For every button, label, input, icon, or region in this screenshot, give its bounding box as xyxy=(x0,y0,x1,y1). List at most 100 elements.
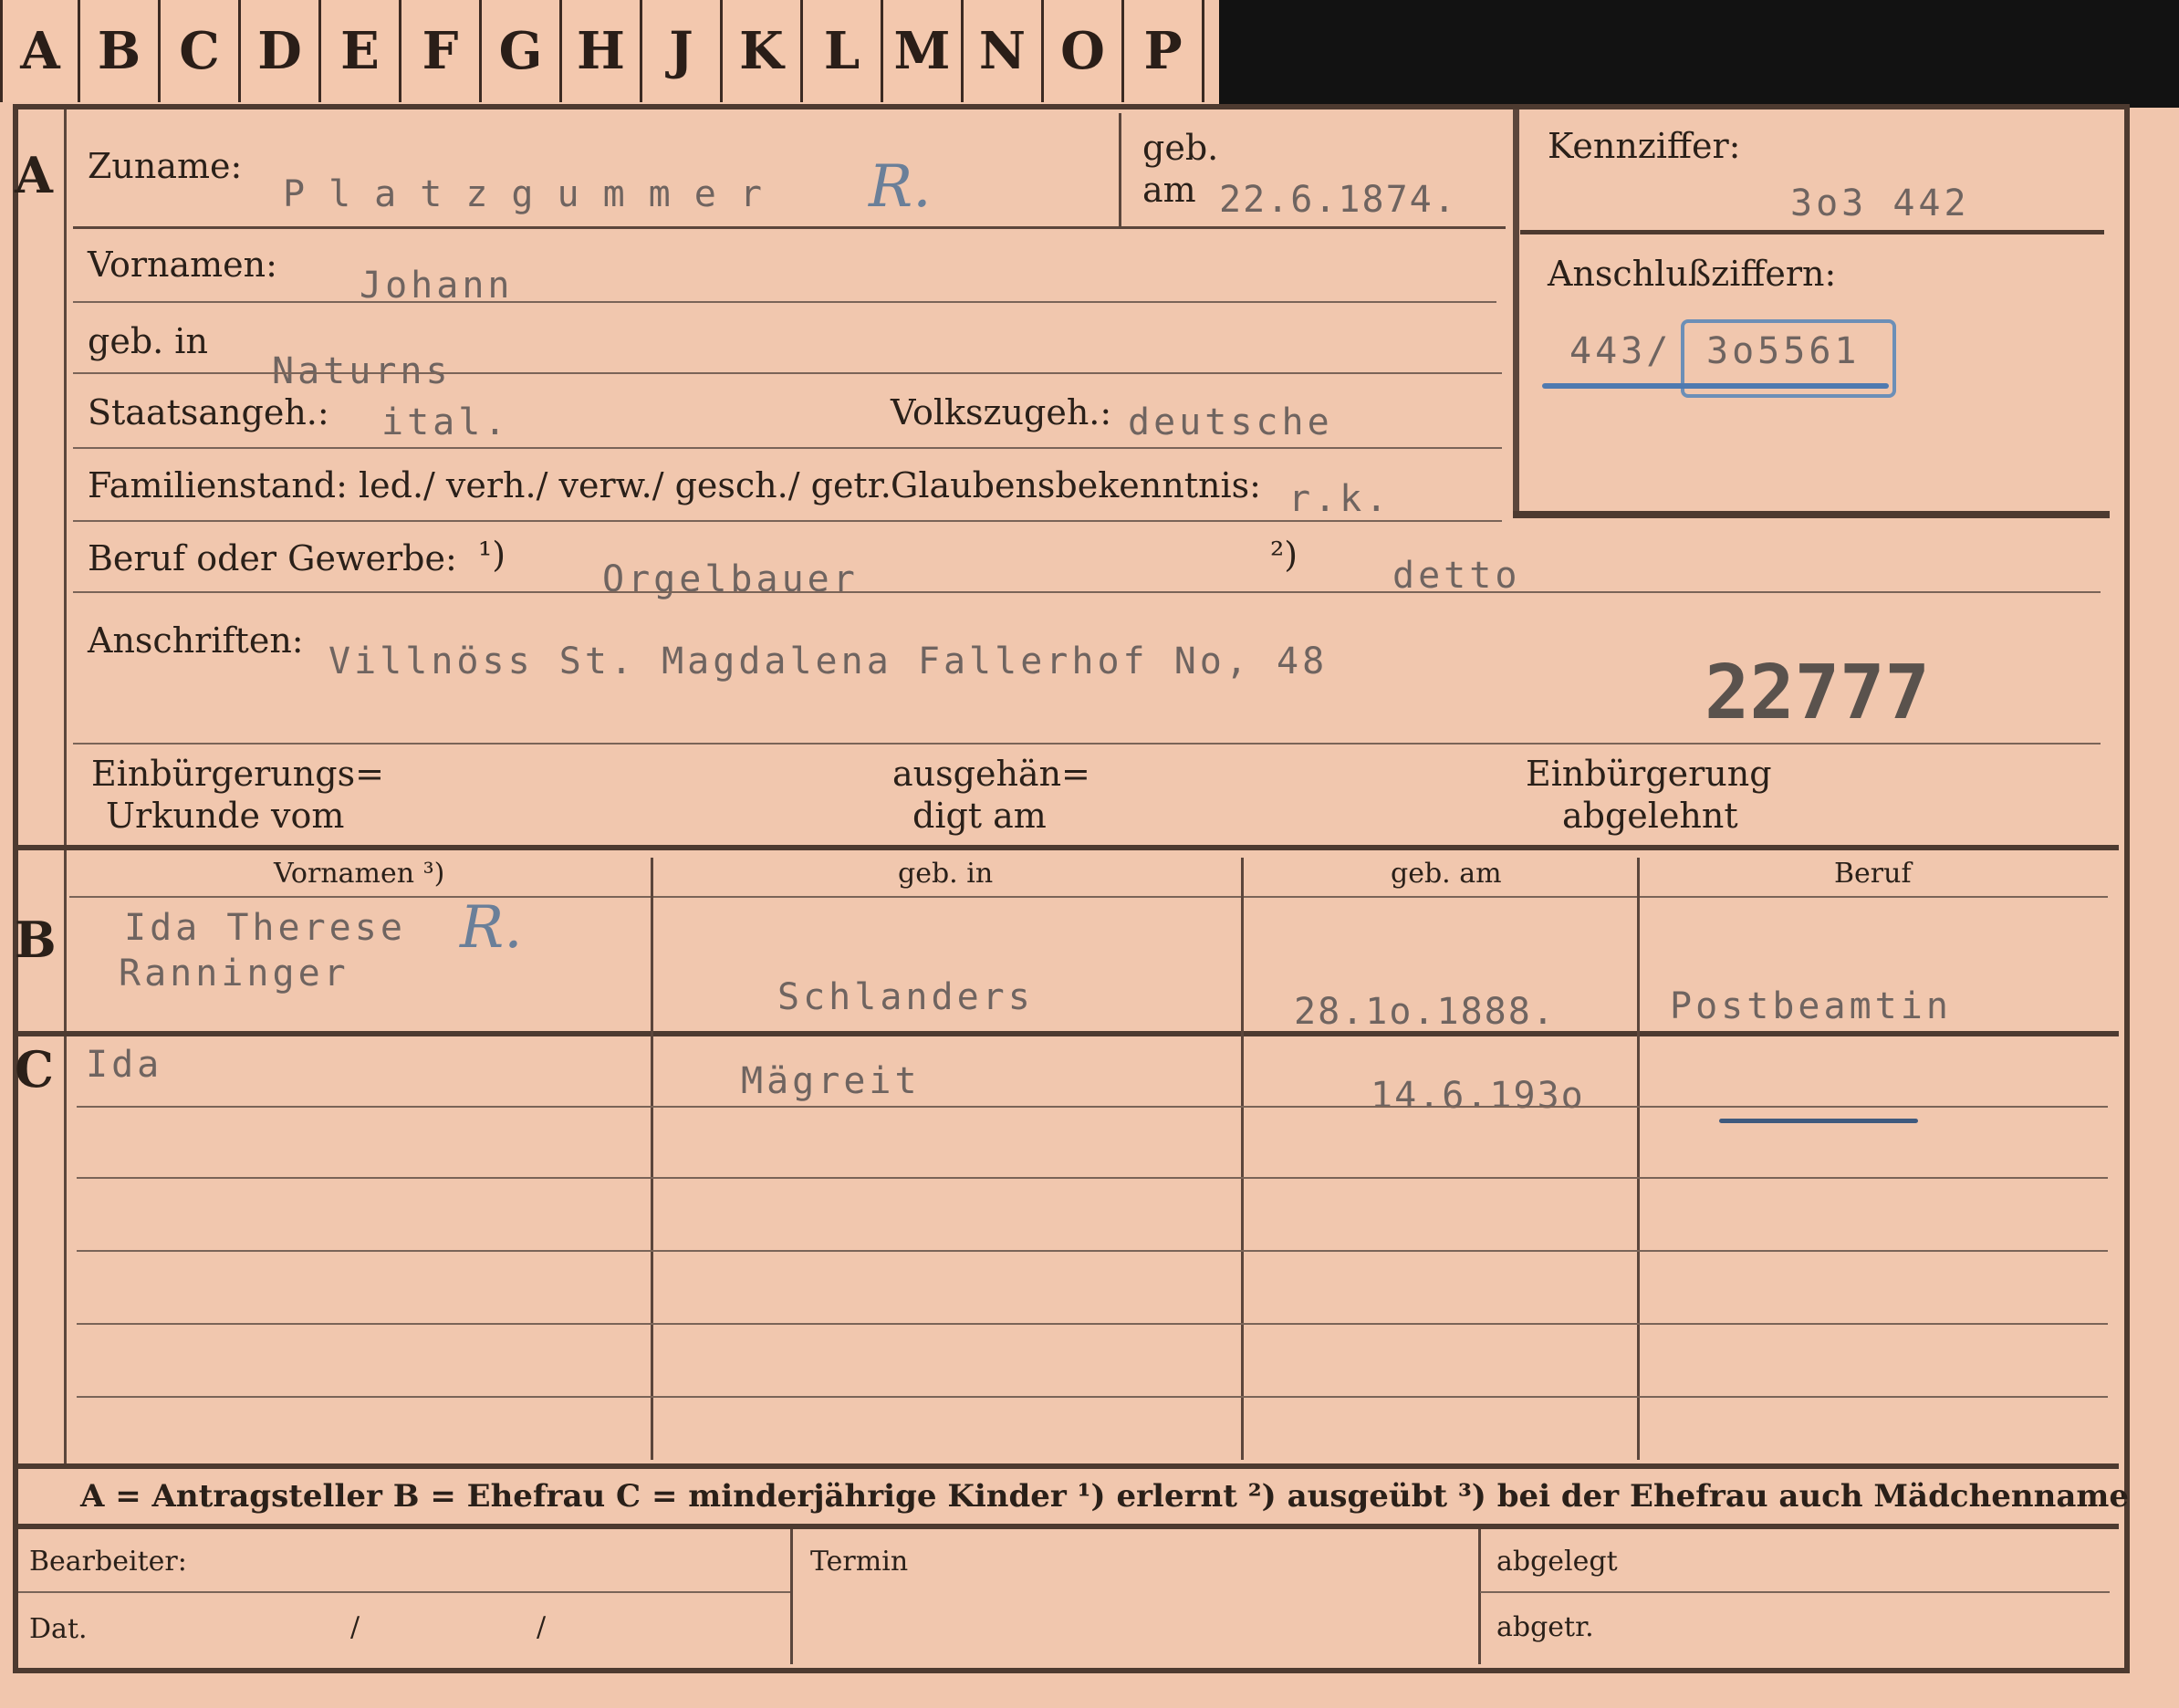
anschriften-label: Anschriften: xyxy=(88,620,304,661)
row-line-3 xyxy=(77,1250,2108,1252)
familienstand-label: Familienstand: led./ verh./ verw./ gesch… xyxy=(88,465,891,505)
index-tab-n[interactable]: N xyxy=(964,0,1044,102)
kennziffer-value: 3o3 442 xyxy=(1790,182,1970,224)
col-divider-2 xyxy=(1241,858,1244,1460)
geb-divider xyxy=(1119,113,1121,226)
termin-label: Termin xyxy=(810,1546,909,1578)
beruf-label: Beruf oder Gewerbe: xyxy=(88,538,457,578)
geb-am-label: am xyxy=(1142,170,1196,210)
abgelegt-line xyxy=(1480,1591,2110,1593)
spouse-vornamen-line2: Ranninger xyxy=(119,953,349,995)
big-stamp-number: 22777 xyxy=(1705,650,1930,736)
anschlussziffern-label: Anschlußziffern: xyxy=(1548,254,1837,294)
section-c-marker: C xyxy=(15,1040,54,1099)
geb-in-label: geb. in xyxy=(88,321,208,361)
footer-divider-1 xyxy=(790,1529,793,1664)
ausgehaendigt-label-1: ausgehän= xyxy=(892,754,1090,794)
volkszugeh-label: Volkszugeh.: xyxy=(891,392,1112,432)
section-b-c-divider xyxy=(13,1031,2119,1036)
spouse-geb-am: 28.1o.1888. xyxy=(1294,991,1556,1033)
beruf-line xyxy=(73,591,2101,593)
einbuergerung-abgelehnt-label-2: abgelehnt xyxy=(1562,796,1738,836)
zuname-label: Zuname: xyxy=(88,146,243,186)
einbuergerung-abgelehnt-label-1: Einbürgerung xyxy=(1526,754,1772,794)
bearbeiter-label: Bearbeiter: xyxy=(29,1546,187,1578)
col-divider-1 xyxy=(651,858,653,1460)
spouse-vornamen-line1: Ida Therese xyxy=(124,907,406,949)
glaubens-value: r.k. xyxy=(1288,478,1392,520)
col-header-geb-am: geb. am xyxy=(1391,858,1502,890)
glaubens-label: Glaubensbekenntnis: xyxy=(891,465,1261,505)
dat-slash-2: / xyxy=(537,1611,547,1643)
index-tab-e[interactable]: E xyxy=(321,0,401,102)
dat-label: Dat. xyxy=(29,1613,88,1645)
einbuergerungs-urkunde-label-2: Urkunde vom xyxy=(106,796,345,836)
row-line-2 xyxy=(77,1177,2108,1179)
beruf-value-1: Orgelbauer xyxy=(602,558,859,600)
col-divider-3 xyxy=(1637,858,1640,1460)
index-tab-bar: A B C D E F G H J K L M N O P xyxy=(0,0,1204,102)
child-1-geb-in: Mägreit xyxy=(741,1060,921,1102)
vornamen-label: Vornamen: xyxy=(88,245,277,285)
staatsangeh-label: Staatsangeh.: xyxy=(88,392,329,432)
section-b-marker: B xyxy=(15,911,57,969)
section-a-b-divider xyxy=(13,845,2119,850)
index-tab-a[interactable]: A xyxy=(0,0,80,102)
child-1-vorname: Ida xyxy=(86,1044,163,1086)
bearbeiter-line xyxy=(18,1591,790,1593)
kennziffer-label: Kennziffer: xyxy=(1548,126,1741,166)
familienstand-line xyxy=(73,520,1502,522)
anschriften-line xyxy=(73,743,2101,745)
ausgehaendigt-label-2: digt am xyxy=(912,796,1047,836)
volkszugeh-value: deutsche xyxy=(1128,401,1333,443)
spouse-geb-in: Schlanders xyxy=(777,976,1034,1018)
geb-label: geb. xyxy=(1142,128,1219,168)
index-tab-d[interactable]: D xyxy=(241,0,321,102)
margin-rule xyxy=(64,109,67,1469)
child-1-beruf-dash xyxy=(1719,1119,1918,1123)
kennziffer-divider xyxy=(1520,230,2104,234)
beruf-note-1: ¹) xyxy=(478,535,506,575)
spouse-beruf: Postbeamtin xyxy=(1670,985,1952,1027)
anschluss-value: 3o5561 xyxy=(1706,330,1861,372)
row-line-5 xyxy=(77,1396,2108,1398)
index-tab-f[interactable]: F xyxy=(401,0,482,102)
vornamen-line xyxy=(73,301,1496,303)
kennziffer-box-left xyxy=(1513,109,1519,518)
abgelegt-label: abgelegt xyxy=(1496,1546,1618,1578)
index-tab-g[interactable]: G xyxy=(482,0,562,102)
index-tab-m[interactable]: M xyxy=(883,0,964,102)
index-tab-b[interactable]: B xyxy=(80,0,161,102)
beruf-note-2: ²) xyxy=(1270,535,1298,575)
col-header-vornamen: Vornamen ³) xyxy=(274,858,445,890)
geb-am-value: 22.6.1874. xyxy=(1219,179,1457,221)
anschriften-value: Villnöss St. Magdalena Fallerhof No, 48 xyxy=(328,640,1329,682)
geb-in-line xyxy=(73,372,1502,374)
geb-in-value: Naturns xyxy=(272,350,452,392)
col-header-geb-in: geb. in xyxy=(898,858,994,890)
legend-top-border xyxy=(13,1463,2119,1469)
index-tab-k[interactable]: K xyxy=(723,0,803,102)
index-tab-h[interactable]: H xyxy=(562,0,642,102)
footer-divider-2 xyxy=(1478,1529,1481,1664)
index-tab-o[interactable]: O xyxy=(1044,0,1124,102)
legend-text: A = Antragsteller B = Ehefrau C = minder… xyxy=(80,1478,2129,1515)
legend-bottom-border xyxy=(13,1524,2119,1529)
kennziffer-box-bottom xyxy=(1513,511,2110,518)
spouse-handwritten-mark: R. xyxy=(460,894,523,962)
index-tab-j[interactable]: J xyxy=(642,0,723,102)
zuname-handwritten-mark: R. xyxy=(869,153,932,221)
einbuergerungs-urkunde-label-1: Einbürgerungs= xyxy=(91,754,384,794)
col-header-beruf: Beruf xyxy=(1834,858,1912,890)
header-line xyxy=(69,896,2108,898)
index-tab-c[interactable]: C xyxy=(161,0,241,102)
staatsangeh-value: ital. xyxy=(381,401,510,443)
staatsangeh-line xyxy=(73,447,1502,449)
index-tab-l[interactable]: L xyxy=(803,0,883,102)
zuname-value: Platzgummer xyxy=(283,173,786,215)
anschluss-underline xyxy=(1542,383,1889,389)
dat-slash-1: / xyxy=(350,1611,360,1643)
anschluss-prefix: 443/ xyxy=(1569,330,1673,372)
index-tab-p[interactable]: P xyxy=(1124,0,1204,102)
abgetr-label: abgetr. xyxy=(1496,1611,1594,1643)
